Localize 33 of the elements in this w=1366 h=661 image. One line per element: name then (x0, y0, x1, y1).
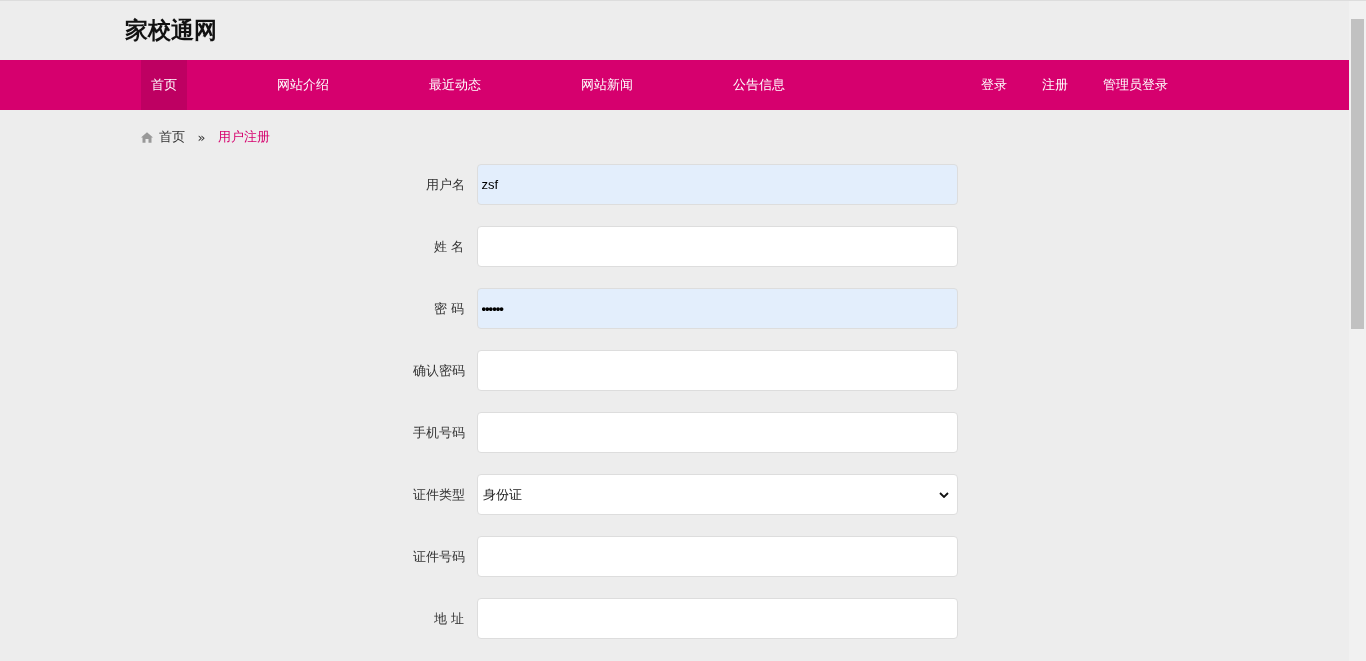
nav-link[interactable]: 网站介绍 (266, 60, 339, 110)
chevron-down-icon (938, 491, 949, 498)
field-label: 证件号码 (411, 547, 466, 566)
field-label: 手机号码 (411, 423, 466, 442)
field-label: 确认密码 (411, 361, 466, 380)
nav-link[interactable]: 公告信息 (722, 60, 795, 110)
input-field[interactable] (476, 350, 958, 391)
input-field[interactable]: zsf (476, 164, 958, 205)
breadcrumb-link[interactable]: 首页 (158, 128, 185, 146)
input-field[interactable]: •••••• (476, 288, 958, 329)
breadcrumb-separator: » (197, 129, 206, 145)
field-label: 地 址 (433, 609, 466, 628)
nav-link[interactable]: 注册 (1031, 60, 1078, 110)
nav-link[interactable]: 登录 (970, 60, 1017, 110)
field-label: 密 码 (433, 299, 466, 318)
field-label: 用户名 (424, 175, 466, 194)
input-field[interactable] (476, 226, 958, 267)
breadcrumb-current: 用户注册 (218, 128, 271, 146)
nav-link[interactable]: 最近动态 (418, 60, 491, 110)
select-value: 身份证 (482, 485, 522, 504)
input-field[interactable] (476, 598, 958, 639)
select-field[interactable]: 身份证 (476, 474, 958, 515)
scrollbar-thumb[interactable] (1351, 19, 1364, 329)
home-icon (140, 131, 153, 143)
input-field[interactable] (476, 536, 958, 577)
input-field[interactable] (476, 412, 958, 453)
site-title: 家校通网 (124, 16, 218, 45)
field-label: 证件类型 (411, 485, 466, 504)
nav-link[interactable]: 管理员登录 (1092, 60, 1178, 110)
nav-link[interactable]: 网站新闻 (570, 60, 643, 110)
scrollbar[interactable] (1349, 1, 1366, 661)
nav-link[interactable]: 首页 (140, 60, 187, 110)
field-label: 姓 名 (433, 237, 466, 256)
